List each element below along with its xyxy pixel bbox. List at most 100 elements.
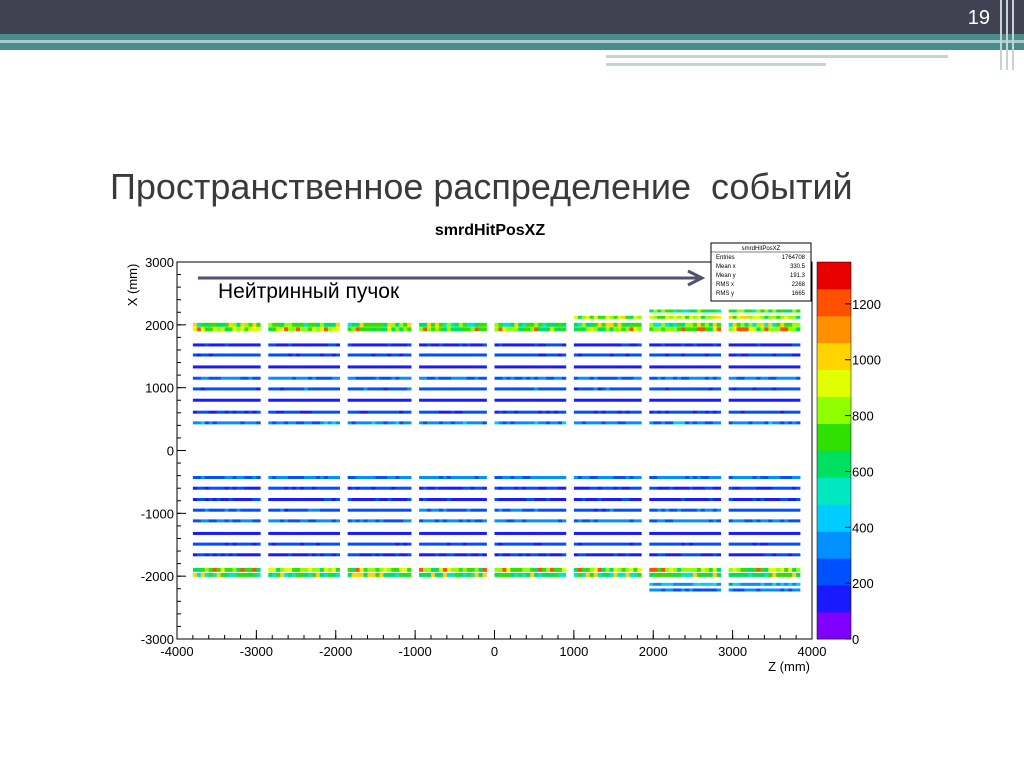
- heatmap-cell: [327, 322, 333, 327]
- heatmap-cell: [470, 542, 475, 546]
- heatmap-cell: [427, 476, 432, 480]
- heatmap-cell: [224, 519, 229, 523]
- heatmap-cell: [589, 327, 595, 332]
- heatmap-cell: [224, 508, 229, 512]
- heatmap-cell: [780, 343, 785, 347]
- heatmap-cell: [522, 410, 527, 414]
- heatmap-cell: [665, 588, 670, 592]
- heatmap-cell: [347, 410, 352, 414]
- heatmap-cell: [403, 387, 408, 391]
- heatmap-cell: [732, 398, 737, 402]
- heatmap-cell: [784, 498, 789, 502]
- heatmap-cell: [347, 476, 352, 480]
- heatmap-cell: [728, 365, 733, 369]
- heatmap-cell: [780, 421, 785, 425]
- heatmap-cell: [609, 476, 614, 480]
- heatmap-cell: [692, 508, 698, 512]
- heatmap-cell: [756, 309, 761, 313]
- heatmap-cell: [419, 542, 424, 546]
- heatmap-cell: [276, 486, 281, 490]
- heatmap-cell: [554, 542, 559, 546]
- colorbar-band: [817, 315, 851, 344]
- heatmap-cell: [577, 486, 583, 490]
- heatmap-cell: [323, 365, 329, 369]
- heatmap-cell: [534, 376, 539, 380]
- heatmap-cell: [431, 519, 436, 523]
- heatmap-cell: [768, 322, 773, 327]
- heatmap-cell: [323, 531, 329, 535]
- heatmap-cell: [379, 343, 384, 347]
- heatmap-cell: [244, 553, 249, 557]
- heatmap-cell: [498, 421, 503, 425]
- heatmap-cell: [292, 387, 297, 391]
- heatmap-cell: [478, 476, 483, 480]
- heatmap-cell: [708, 387, 714, 391]
- heatmap-cell: [696, 508, 702, 512]
- heatmap-cell: [581, 410, 587, 414]
- heatmap-cell: [692, 531, 698, 535]
- heatmap-cell: [613, 476, 618, 480]
- heatmap-cell: [538, 572, 543, 577]
- heatmap-cell: [546, 410, 551, 414]
- heatmap-cell: [792, 387, 797, 391]
- heatmap-cell: [351, 322, 356, 327]
- heatmap-cell: [296, 410, 301, 414]
- heatmap-cell: [538, 322, 543, 327]
- heatmap-cell: [601, 572, 606, 577]
- heatmap-cell: [363, 376, 368, 380]
- heatmap-cell: [748, 567, 753, 572]
- heatmap-cell: [387, 508, 392, 512]
- heatmap-cell: [391, 327, 396, 332]
- heatmap-cell: [502, 387, 507, 391]
- heatmap-cell: [696, 498, 702, 502]
- heatmap-cell: [688, 315, 694, 319]
- heatmap-cell: [673, 486, 678, 490]
- heatmap-cell: [395, 387, 400, 391]
- heatmap-cell: [518, 387, 523, 391]
- heatmap-cell: [673, 508, 678, 512]
- heatmap-cell: [450, 421, 456, 425]
- heatmap-cell: [760, 542, 765, 546]
- heatmap-cell: [760, 588, 765, 592]
- heatmap-cell: [792, 410, 797, 414]
- heatmap-cell: [300, 398, 305, 402]
- heatmap-cell: [597, 519, 602, 523]
- heatmap-cell: [585, 327, 591, 332]
- heatmap-cell: [506, 572, 511, 577]
- heatmap-cell: [685, 327, 690, 332]
- heatmap-cell: [558, 387, 563, 391]
- heatmap-cell: [319, 498, 325, 502]
- heatmap-cell: [657, 519, 662, 523]
- heatmap-cell: [716, 588, 722, 592]
- heatmap-cell: [315, 365, 321, 369]
- heatmap-cell: [780, 327, 785, 332]
- heatmap-cell: [216, 343, 221, 347]
- heatmap-cell: [688, 519, 694, 523]
- heatmap-cell: [736, 498, 741, 502]
- heatmap-cell: [327, 410, 333, 414]
- heatmap-cell: [506, 365, 511, 369]
- heatmap-cell: [431, 498, 436, 502]
- heatmap-cell: [764, 315, 769, 319]
- heatmap-cell: [554, 476, 559, 480]
- heatmap-cell: [375, 542, 380, 546]
- heatmap-cell: [442, 498, 448, 502]
- heatmap-cell: [331, 387, 337, 391]
- heatmap-cell: [216, 476, 221, 480]
- heatmap-cell: [780, 553, 785, 557]
- heatmap-cell: [240, 353, 245, 357]
- heatmap-cell: [712, 387, 718, 391]
- heatmap-cell: [688, 498, 694, 502]
- heatmap-cell: [292, 398, 297, 402]
- heatmap-cell: [573, 476, 579, 480]
- heatmap-cell: [776, 322, 781, 327]
- colorbar-band: [817, 450, 851, 478]
- heatmap-cell: [284, 421, 289, 425]
- heatmap-cell: [208, 519, 214, 523]
- heatmap-cell: [593, 542, 598, 546]
- heatmap-cell: [530, 387, 535, 391]
- heatmap-cell: [510, 322, 515, 327]
- heatmap-cell: [272, 353, 277, 357]
- heatmap-cell: [613, 498, 618, 502]
- heatmap-cell: [577, 421, 583, 425]
